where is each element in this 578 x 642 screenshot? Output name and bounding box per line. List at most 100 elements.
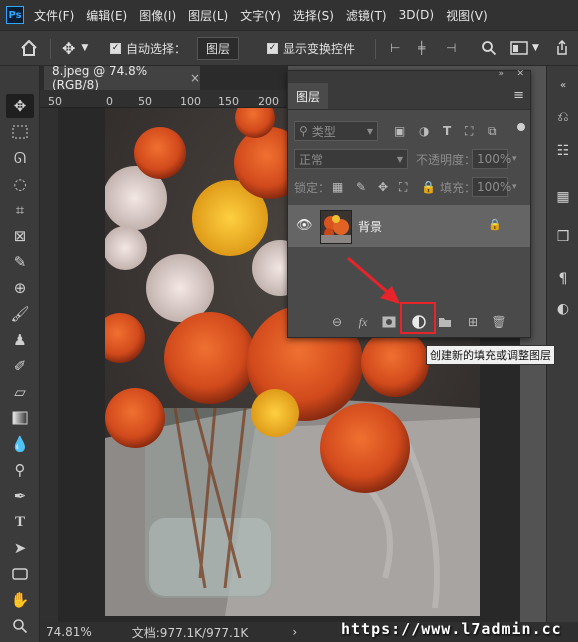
marquee-tool[interactable]	[6, 120, 34, 144]
type-tool[interactable]: T	[6, 510, 34, 534]
menu-filter[interactable]: 滤镜(T)	[346, 7, 387, 24]
properties-panel-button[interactable]: ☷	[552, 140, 574, 162]
auto-select-dropdown[interactable]: 图层	[197, 31, 240, 65]
eye-icon[interactable]: 👁	[296, 218, 313, 233]
align-center-icon: ╪	[418, 41, 426, 55]
shape-tool[interactable]	[6, 562, 34, 586]
tab-layers[interactable]: 图层	[288, 83, 328, 109]
menu-edit[interactable]: 编辑(E)	[86, 7, 127, 24]
add-mask-icon[interactable]	[380, 313, 398, 331]
menu-3d[interactable]: 3D(D)	[399, 8, 434, 22]
move-tool[interactable]: ✥	[6, 94, 34, 118]
link-layers-icon[interactable]: ⊖	[328, 313, 346, 331]
align-left-button[interactable]: ⊢	[390, 31, 400, 65]
filter-shape-icon[interactable]: ⛶	[465, 124, 473, 139]
pen-tool[interactable]: ✒	[6, 484, 34, 508]
zoom-tool[interactable]	[6, 614, 34, 638]
paragraph-panel-button[interactable]: ¶	[552, 268, 574, 290]
lasso-tool[interactable]: ᘏ	[6, 146, 34, 170]
lock-all-icon[interactable]: 🔒	[421, 180, 436, 194]
swatches-panel-button[interactable]: ▦	[552, 186, 574, 208]
delete-layer-icon[interactable]: 🗑	[490, 313, 508, 331]
panel-menu-icon[interactable]: ≡	[513, 88, 524, 103]
collapse-panel-icon[interactable]: »	[498, 69, 504, 79]
panel-header-strip: » ✕	[288, 69, 530, 83]
frame-tool[interactable]: ⊠	[6, 224, 34, 248]
fill-label: 填充：	[440, 180, 477, 195]
lock-transparent-icon[interactable]: ▦	[332, 180, 343, 194]
blend-mode-dropdown[interactable]: 正常 ▼	[294, 149, 408, 169]
chevron-down-icon: ▼	[366, 126, 373, 136]
chevron-down-icon: ▼	[396, 154, 403, 164]
history-panel-button[interactable]: ⎌	[552, 106, 574, 128]
chevron-down-icon[interactable]: ▾	[512, 182, 517, 192]
path-select-tool[interactable]: ➤	[6, 536, 34, 560]
crop-icon: ⌗	[15, 201, 25, 219]
hand-tool[interactable]: ✋	[6, 588, 34, 612]
stamp-icon: ♟	[13, 331, 27, 349]
crop-tool[interactable]: ⌗	[6, 198, 34, 222]
properties-icon: ☷	[556, 143, 570, 159]
dodge-tool[interactable]: ⚲	[6, 458, 34, 482]
eyedropper-icon: ✎	[13, 253, 27, 271]
frame-icon: ⊠	[13, 227, 27, 245]
adjustments-panel-button[interactable]: ◐	[552, 298, 574, 320]
workspace-button[interactable]: ▼	[510, 31, 539, 65]
search-button[interactable]	[481, 31, 497, 65]
chevron-down-icon[interactable]: ▾	[512, 154, 517, 164]
fill-input[interactable]: 100%	[472, 177, 511, 197]
lock-position-icon[interactable]: ✥	[378, 180, 388, 194]
filter-adjustment-icon[interactable]: ◑	[419, 124, 429, 138]
gradient-icon	[12, 411, 28, 425]
new-group-icon[interactable]	[436, 313, 454, 331]
eraser-icon: ▱	[14, 383, 26, 401]
menu-image[interactable]: 图像(I)	[139, 7, 176, 24]
align-right-icon: ⊣	[446, 41, 457, 55]
eyedropper-tool[interactable]: ✎	[6, 250, 34, 274]
filter-pixel-icon[interactable]: ▣	[394, 124, 405, 138]
align-center-button[interactable]: ╪	[418, 31, 425, 65]
filter-toggle-icon[interactable]	[517, 123, 525, 131]
ruler-tick: 0	[106, 95, 113, 108]
gradient-tool[interactable]	[6, 406, 34, 430]
filter-smart-icon[interactable]: ⧉	[488, 124, 497, 139]
lock-artboard-icon[interactable]: ⛶	[399, 180, 407, 195]
zoom-level[interactable]: 74.81%	[46, 625, 92, 639]
layer-name[interactable]: 背景	[358, 218, 382, 235]
align-right-button[interactable]: ⊣	[446, 31, 456, 65]
move-tool-preset[interactable]: ✥ ▼	[62, 31, 88, 65]
menu-file[interactable]: 文件(F)	[34, 7, 74, 24]
ruler-tick: 150	[218, 95, 239, 108]
new-layer-icon[interactable]: ⊞	[464, 313, 482, 331]
stamp-tool[interactable]: ♟	[6, 328, 34, 352]
close-icon[interactable]: ×	[190, 71, 200, 85]
lock-row: 锁定： ▦ ✎ ✥ ⛶ 🔒 填充： 100% ▾	[288, 173, 530, 201]
opacity-input[interactable]: 100%	[472, 149, 511, 169]
layer-row-background[interactable]: 👁 背景 🔒	[288, 205, 530, 247]
share-button[interactable]	[555, 31, 569, 65]
blur-tool[interactable]: 💧	[6, 432, 34, 456]
filter-type-icon[interactable]: T	[443, 124, 451, 138]
eraser-tool[interactable]: ▱	[6, 380, 34, 404]
filter-type-dropdown[interactable]: ⚲ 类型 ▼	[294, 121, 378, 141]
libraries-panel-button[interactable]: ❒	[552, 226, 574, 248]
history-brush-tool[interactable]: ✐	[6, 354, 34, 378]
chevron-down-icon: ▼	[81, 43, 89, 53]
menu-type[interactable]: 文字(Y)	[240, 7, 281, 24]
home-button[interactable]	[20, 31, 38, 65]
menu-select[interactable]: 选择(S)	[293, 7, 334, 24]
quick-select-tool[interactable]: ◌	[6, 172, 34, 196]
auto-select-checkbox[interactable]: ✓ 自动选择：	[110, 31, 186, 65]
close-panel-icon[interactable]: ✕	[516, 69, 524, 79]
brush-tool[interactable]: 🖌	[6, 302, 34, 326]
collapse-icon[interactable]: «	[552, 74, 574, 96]
fx-icon[interactable]: fx	[354, 313, 372, 331]
document-tab[interactable]: 8.jpeg @ 74.8%(RGB/8) ×	[44, 64, 200, 92]
ruler-tick: 200	[258, 95, 279, 108]
healing-tool[interactable]: ⊕	[6, 276, 34, 300]
status-arrow[interactable]: ›	[292, 625, 297, 639]
show-transform-checkbox[interactable]: ✓ 显示变换控件	[267, 31, 355, 65]
menu-layer[interactable]: 图层(L)	[188, 7, 228, 24]
menu-view[interactable]: 视图(V)	[446, 7, 488, 24]
lock-paint-icon[interactable]: ✎	[356, 180, 366, 194]
